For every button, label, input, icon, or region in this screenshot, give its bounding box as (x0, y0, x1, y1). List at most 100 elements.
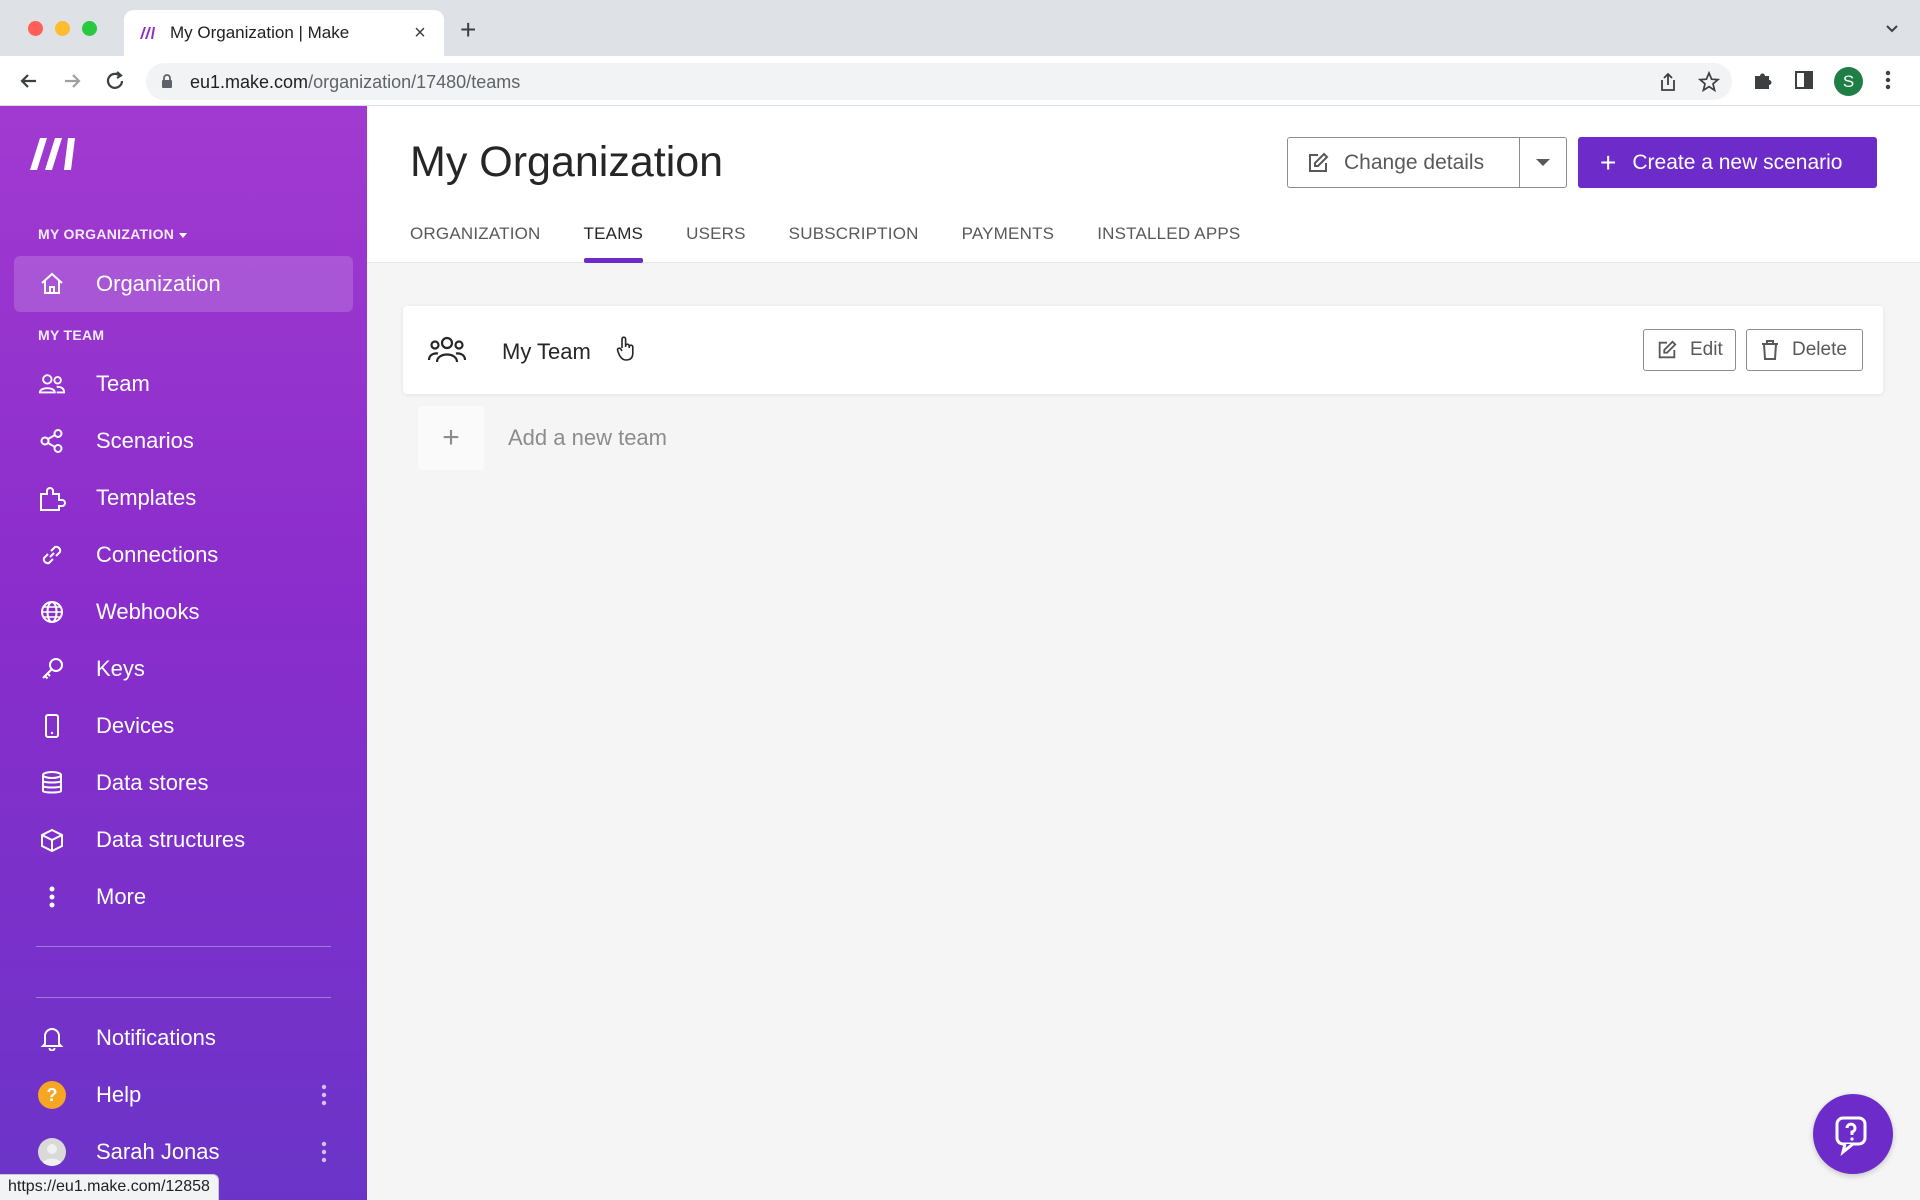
url-host: eu1.make.com (190, 72, 309, 92)
trash-icon (1762, 340, 1778, 360)
bookmark-star-icon[interactable] (1698, 71, 1720, 93)
window-zoom-button[interactable] (82, 21, 97, 36)
add-team-label: Add a new team (508, 425, 667, 450)
forward-arrow-icon[interactable] (59, 68, 85, 94)
user-more-icon[interactable] (320, 1140, 328, 1164)
plus-icon: + (1600, 146, 1617, 178)
users-icon (38, 370, 66, 398)
page-header: My Organization Change details + Create … (367, 106, 1920, 263)
team-row[interactable]: My Team Edit Delete (403, 306, 1883, 394)
bell-icon (38, 1024, 66, 1052)
browser-menu-icon[interactable] (1884, 69, 1892, 91)
section-label-my-team: MY TEAM (38, 327, 105, 343)
change-details-button[interactable]: Change details (1287, 137, 1520, 188)
new-tab-icon[interactable]: + (460, 16, 476, 44)
more-vertical-icon (38, 883, 66, 911)
back-arrow-icon[interactable] (16, 68, 42, 94)
window-close-button[interactable] (28, 21, 43, 36)
window-minimize-button[interactable] (55, 21, 70, 36)
share-page-icon[interactable] (1658, 71, 1678, 93)
help-badge: ? (38, 1081, 66, 1109)
url-path: /organization/17480/teams (308, 72, 521, 92)
side-panel-icon[interactable] (1793, 69, 1815, 91)
user-avatar-icon (38, 1138, 66, 1166)
sidebar-item-label: Organization (96, 271, 221, 296)
sidebar-item-devices[interactable]: Devices (14, 698, 353, 754)
sidebar-item-label: Notifications (96, 1025, 216, 1050)
sidebar-item-organization[interactable]: Organization (14, 256, 353, 312)
avatar (38, 1138, 66, 1166)
edit-icon (1309, 152, 1329, 172)
sidebar: MY ORGANIZATION Organization MY TEAM Tea… (0, 106, 367, 1200)
sidebar-item-label: Webhooks (96, 599, 200, 624)
sidebar-item-label: More (96, 884, 147, 909)
tab-subscription[interactable]: SUBSCRIPTION (789, 224, 919, 263)
puzzle-icon (38, 484, 66, 512)
sidebar-item-more[interactable]: More (14, 869, 353, 925)
database-icon (38, 769, 66, 797)
address-bar[interactable]: eu1.make.com/organization/17480/teams (146, 63, 1732, 100)
sidebar-divider (36, 946, 331, 947)
sidebar-item-help[interactable]: ? Help (14, 1067, 353, 1123)
sidebar-item-label: Sarah Jonas (96, 1139, 220, 1164)
profile-avatar[interactable]: S (1834, 67, 1863, 96)
team-name[interactable]: My Team (502, 339, 591, 365)
hand-cursor-icon (616, 336, 634, 361)
add-team-button[interactable]: + Add a new team (418, 406, 667, 470)
make-logo-icon[interactable] (28, 136, 78, 172)
share-icon (38, 427, 66, 455)
sidebar-item-webhooks[interactable]: Webhooks (14, 584, 353, 640)
sidebar-item-connections[interactable]: Connections (14, 527, 353, 583)
sidebar-item-team[interactable]: Team (14, 356, 353, 412)
browser-tab-title: My Organization | Make (170, 23, 350, 42)
support-chat-button[interactable] (1813, 1094, 1893, 1174)
tab-search-chevron-icon[interactable] (1884, 20, 1900, 36)
help-more-icon[interactable] (320, 1083, 328, 1107)
sidebar-item-data-stores[interactable]: Data stores (14, 755, 353, 811)
sidebar-divider (36, 997, 331, 998)
close-tab-icon[interactable]: × (410, 22, 430, 45)
create-scenario-button[interactable]: + Create a new scenario (1578, 137, 1877, 188)
sidebar-item-templates[interactable]: Templates (14, 470, 353, 526)
organization-switcher[interactable]: MY ORGANIZATION (38, 226, 188, 242)
cube-icon (38, 826, 66, 854)
lock-icon (162, 74, 172, 88)
reload-icon[interactable] (102, 68, 128, 94)
sidebar-item-label: Devices (96, 713, 175, 738)
section-tabs: ORGANIZATION TEAMS USERS SUBSCRIPTION PA… (410, 224, 1283, 263)
address-url: eu1.make.com/organization/17480/teams (190, 72, 520, 93)
sidebar-item-label: Help (96, 1082, 142, 1107)
sidebar-item-label: Data structures (96, 827, 246, 852)
organization-switcher-label: MY ORGANIZATION (38, 226, 175, 242)
tab-organization[interactable]: ORGANIZATION (410, 224, 541, 263)
globe-icon (38, 598, 66, 626)
mobile-icon (38, 712, 66, 740)
sidebar-item-scenarios[interactable]: Scenarios (14, 413, 353, 469)
make-favicon-icon (140, 27, 155, 39)
browser-toolbar: eu1.make.com/organization/17480/teams S (0, 56, 1920, 106)
change-details-dropdown-button[interactable] (1519, 137, 1567, 188)
status-bar-url: https://eu1.make.com/12858 (0, 1174, 219, 1200)
sidebar-item-notifications[interactable]: Notifications (14, 1010, 353, 1066)
tab-teams[interactable]: TEAMS (583, 224, 644, 263)
delete-label: Delete (1792, 339, 1847, 360)
tab-installed-apps[interactable]: INSTALLED APPS (1097, 224, 1240, 263)
extensions-puzzle-icon[interactable] (1752, 69, 1774, 91)
tab-users[interactable]: USERS (686, 224, 746, 263)
chat-help-icon (1835, 1116, 1867, 1156)
key-icon (38, 655, 66, 683)
help-icon: ? (38, 1081, 66, 1109)
home-icon (38, 270, 66, 298)
sidebar-item-user[interactable]: Sarah Jonas (14, 1124, 353, 1180)
caret-down-icon (1536, 159, 1550, 166)
tab-payments[interactable]: PAYMENTS (962, 224, 1055, 263)
sidebar-item-label: Templates (96, 485, 197, 510)
sidebar-item-keys[interactable]: Keys (14, 641, 353, 697)
edit-icon (1658, 340, 1677, 359)
browser-tab[interactable]: My Organization | Make × (124, 10, 444, 56)
delete-team-button[interactable]: Delete (1746, 329, 1863, 371)
sidebar-item-data-structures[interactable]: Data structures (14, 812, 353, 868)
edit-team-button[interactable]: Edit (1643, 329, 1736, 371)
edit-label: Edit (1690, 339, 1723, 360)
create-scenario-label: Create a new scenario (1632, 150, 1843, 174)
